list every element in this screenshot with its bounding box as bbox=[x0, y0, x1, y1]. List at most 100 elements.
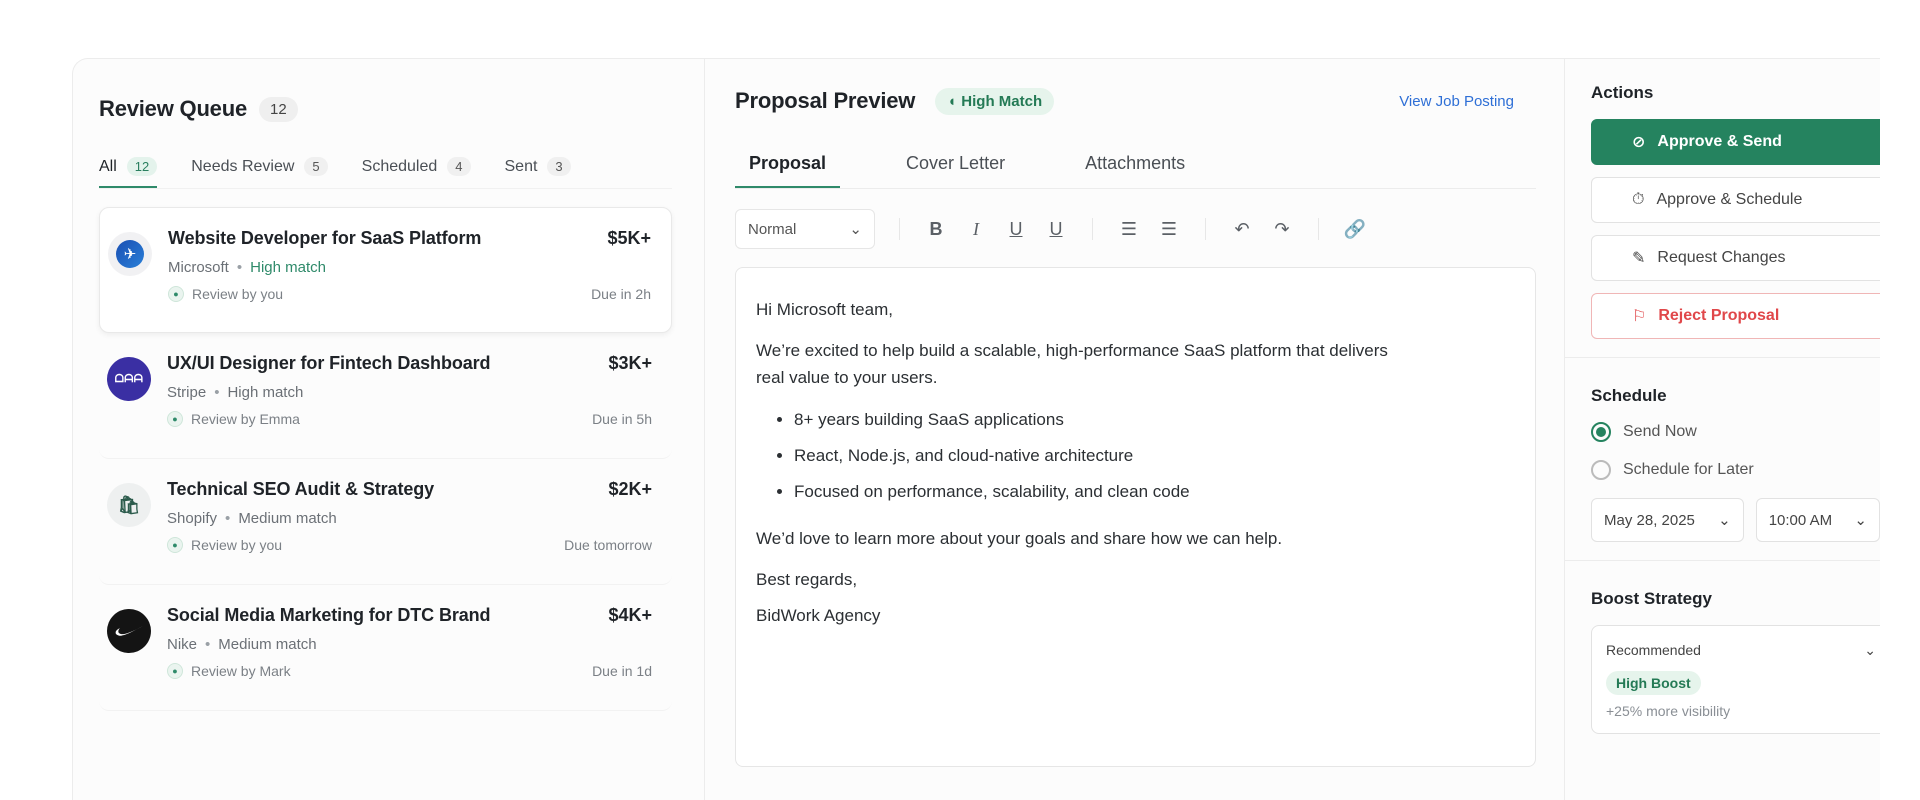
tab-proposal[interactable]: Proposal bbox=[735, 141, 841, 188]
redo-icon[interactable]: ↷ bbox=[1270, 215, 1294, 243]
tab-needs-review[interactable]: Needs Review 5 bbox=[191, 157, 328, 188]
proposal-bullet: 8+ years building SaaS applications bbox=[794, 406, 1515, 433]
nike-logo bbox=[107, 609, 151, 653]
time-select[interactable]: 10:00 AM ⌄ bbox=[1755, 498, 1880, 542]
review-queue-title: Review Queue bbox=[99, 96, 247, 121]
link-icon[interactable]: 🔗 bbox=[1343, 215, 1367, 243]
job-meta: Microsoft • High match bbox=[168, 259, 651, 276]
job-meta: Stripe • High match bbox=[167, 384, 652, 401]
tab-count: 3 bbox=[547, 157, 571, 176]
send-now-label: Send Now bbox=[1623, 423, 1697, 440]
editor-toolbar: Normal ⌄ B I U U ☰ ☰ ↶ ↷ 🔗 bbox=[735, 209, 1536, 249]
reviewer-label: Review by you bbox=[191, 537, 283, 553]
proposal-signature: BidWork Agency bbox=[756, 605, 881, 625]
boost-select-top: Recommended ⌄ bbox=[1606, 642, 1876, 659]
schedule-later-option[interactable]: Schedule for Later bbox=[1591, 460, 1880, 480]
job-meta: Shopify • Medium match bbox=[167, 510, 652, 527]
reviewer-icon: ● bbox=[168, 286, 184, 302]
schedule-datetime-row: May 28, 2025 ⌄ 10:00 AM ⌄ bbox=[1591, 498, 1880, 542]
bulleted-list-icon[interactable]: ☰ bbox=[1117, 215, 1141, 243]
toolbar-divider bbox=[1318, 218, 1319, 240]
section-divider bbox=[1565, 357, 1880, 358]
job-title: UX/UI Designer for Fintech Dashboard bbox=[167, 353, 491, 373]
request-changes-button[interactable]: ✎ Request Changes bbox=[1591, 235, 1880, 281]
company-name: Microsoft bbox=[168, 259, 229, 276]
approve-schedule-button[interactable]: ⏱ Approve & Schedule bbox=[1591, 177, 1880, 223]
tab-scheduled[interactable]: Scheduled 4 bbox=[362, 157, 471, 188]
job-budget: $2K+ bbox=[608, 479, 652, 499]
shopify-logo: 🛍 bbox=[107, 483, 151, 527]
boost-strategy-select[interactable]: Recommended ⌄ High Boost +25% more visib… bbox=[1591, 625, 1880, 734]
separator-dot: • bbox=[205, 636, 211, 653]
actions-title: Actions bbox=[1591, 83, 1654, 102]
radio-unselected-icon bbox=[1591, 460, 1611, 480]
tab-cover-letter[interactable]: Cover Letter bbox=[892, 141, 1019, 188]
proposal-editor[interactable]: Hi Microsoft team, We’re excited to help… bbox=[735, 267, 1536, 767]
text-style-select[interactable]: Normal ⌄ bbox=[735, 209, 875, 249]
separator-dot: • bbox=[225, 510, 231, 527]
proposal-card[interactable]: ᗝᗩᗩ UX/UI Designer for Fintech Dashboard… bbox=[99, 333, 672, 459]
due-label: Due in 2h bbox=[591, 286, 651, 302]
proposal-card[interactable]: ✈ Website Developer for SaaS Platform $5… bbox=[99, 207, 672, 333]
reject-proposal-button[interactable]: ⚐ Reject Proposal bbox=[1591, 293, 1880, 339]
match-badge: ◖ High Match bbox=[935, 87, 1055, 115]
proposal-card[interactable]: Social Media Marketing for DTC Brand $4K… bbox=[99, 585, 672, 711]
boost-strategy-title: Boost Strategy bbox=[1591, 589, 1712, 608]
reviewer-icon: ● bbox=[167, 663, 183, 679]
match-level: Medium match bbox=[238, 510, 337, 527]
reviewer-icon: ● bbox=[167, 537, 183, 553]
underline-icon[interactable]: U bbox=[1004, 215, 1028, 243]
queue-filter-tabs: All 12 Needs Review 5 Scheduled 4 Sent 3 bbox=[99, 157, 672, 189]
send-icon: ⊘ bbox=[1632, 134, 1646, 151]
tab-attachments[interactable]: Attachments bbox=[1071, 141, 1199, 188]
proposal-card-bottom: ● Review by you Due tomorrow bbox=[167, 537, 652, 553]
proposal-card-top: Website Developer for SaaS Platform $5K+ bbox=[168, 228, 651, 249]
proposal-preview-title: Proposal Preview bbox=[735, 88, 916, 113]
approve-send-label: Approve & Send bbox=[1657, 133, 1782, 150]
tab-count: 12 bbox=[126, 157, 158, 176]
schedule-later-label: Schedule for Later bbox=[1623, 461, 1754, 478]
proposal-card[interactable]: 🛍 Technical SEO Audit & Strategy $2K+ Sh… bbox=[99, 459, 672, 585]
actions-panel: Actions ⊘ Approve & Send ⏱ Approve & Sch… bbox=[1565, 59, 1880, 800]
approve-send-button[interactable]: ⊘ Approve & Send bbox=[1591, 119, 1880, 165]
chevron-down-icon: ⌄ bbox=[1718, 512, 1731, 529]
numbered-list-icon[interactable]: ☰ bbox=[1157, 215, 1181, 243]
job-title: Technical SEO Audit & Strategy bbox=[167, 479, 435, 499]
company-name: Shopify bbox=[167, 510, 218, 527]
reviewer-icon: ● bbox=[167, 411, 183, 427]
toolbar-divider bbox=[899, 218, 900, 240]
separator-dot: • bbox=[214, 384, 220, 401]
italic-icon[interactable]: I bbox=[964, 215, 988, 243]
proposal-tabs: Proposal Cover Letter Attachments bbox=[735, 141, 1536, 189]
due-label: Due tomorrow bbox=[564, 537, 652, 553]
strikethrough-icon[interactable]: U bbox=[1044, 215, 1068, 243]
bold-icon[interactable]: B bbox=[924, 215, 948, 243]
proposal-card-body: Technical SEO Audit & Strategy $2K+ Shop… bbox=[167, 479, 652, 566]
view-job-posting-link[interactable]: View Job Posting bbox=[1399, 93, 1514, 110]
match-badge-label: High Match bbox=[961, 92, 1043, 110]
proposal-bullets: 8+ years building SaaS applications Reac… bbox=[794, 406, 1515, 506]
proposal-card-bottom: ● Review by you Due in 2h bbox=[168, 286, 651, 302]
toolbar-divider bbox=[1205, 218, 1206, 240]
schedule-title: Schedule bbox=[1591, 386, 1667, 405]
due-label: Due in 5h bbox=[592, 411, 652, 427]
stripe-logo: ᗝᗩᗩ bbox=[107, 357, 151, 401]
time-value: 10:00 AM bbox=[1768, 511, 1833, 529]
clock-icon: ⏱ bbox=[1632, 191, 1645, 208]
send-now-option[interactable]: Send Now bbox=[1591, 422, 1880, 442]
proposal-preview-title-group: Proposal Preview ◖ High Match bbox=[735, 87, 1055, 115]
date-select[interactable]: May 28, 2025 ⌄ bbox=[1591, 498, 1744, 542]
reviewer: ● Review by Mark bbox=[167, 663, 291, 679]
reject-icon: ⚐ bbox=[1632, 308, 1647, 325]
proposal-card-top: Social Media Marketing for DTC Brand $4K… bbox=[167, 605, 652, 626]
proposal-bullet: React, Node.js, and cloud-native archite… bbox=[794, 442, 1515, 469]
job-budget: $5K+ bbox=[607, 228, 651, 248]
reviewer-label: Review by you bbox=[192, 286, 284, 302]
match-badge-icon: ◖ bbox=[947, 92, 957, 110]
proposal-card-body: Social Media Marketing for DTC Brand $4K… bbox=[167, 605, 652, 692]
due-label: Due in 1d bbox=[592, 663, 652, 679]
tab-all[interactable]: All 12 bbox=[99, 157, 158, 188]
reviewer-label: Review by Emma bbox=[191, 411, 300, 427]
tab-sent[interactable]: Sent 3 bbox=[505, 157, 571, 188]
undo-icon[interactable]: ↶ bbox=[1230, 215, 1254, 243]
